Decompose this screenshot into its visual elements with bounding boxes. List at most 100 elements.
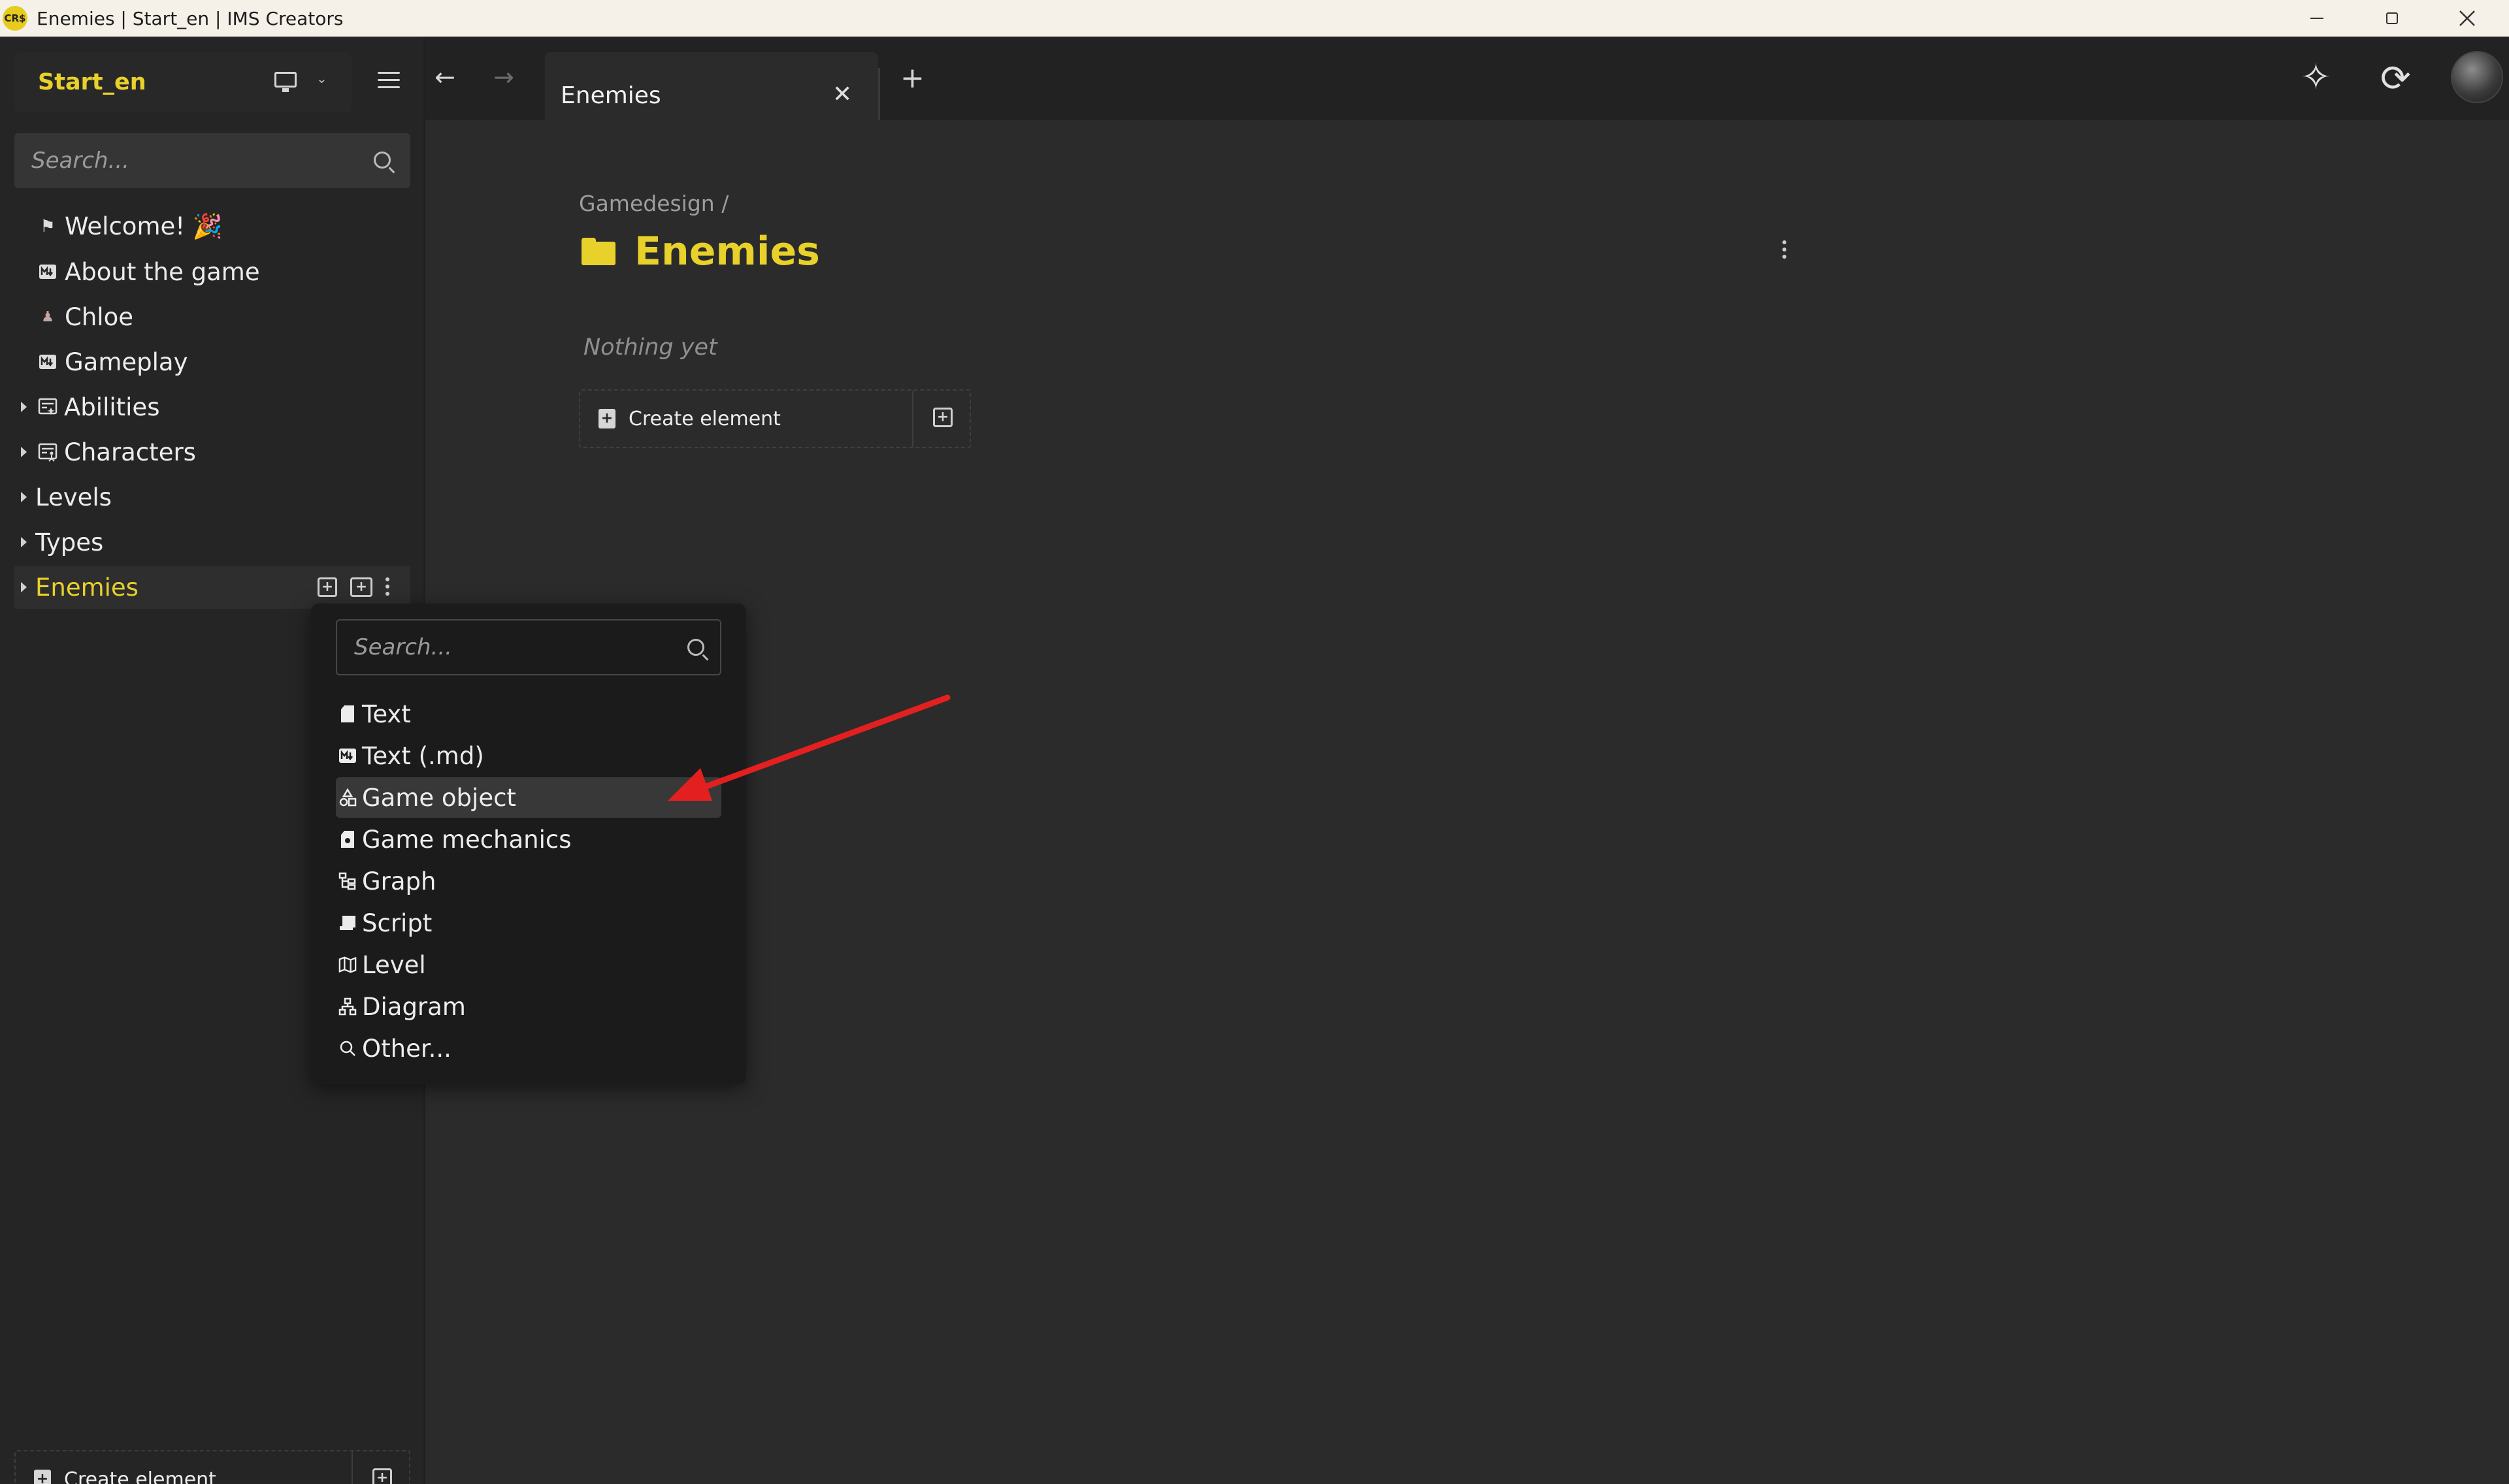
sidebar-item-label: Welcome! 🎉	[65, 212, 223, 240]
sidebar-item-abilities[interactable]: Abilities	[0, 385, 418, 428]
avatar[interactable]	[2451, 51, 2503, 103]
tab-bar: ← → Enemies ✕ + ✧ ⟳	[425, 37, 2509, 120]
sidebar-item-enemies[interactable]: Enemies + +	[14, 566, 410, 609]
app-logo: CR$	[3, 6, 27, 31]
sidebar-item-label: Levels	[35, 483, 112, 511]
close-icon	[2459, 10, 2475, 26]
character-folder-icon	[38, 442, 57, 462]
expand-arrow-icon[interactable]	[21, 492, 27, 502]
expand-arrow-icon[interactable]	[21, 537, 27, 547]
sidebar-item-chloe[interactable]: ♟ Chloe	[0, 295, 418, 338]
chevron-down-icon[interactable]: ⌄	[316, 71, 327, 86]
create-element-button[interactable]: Create element	[64, 1468, 216, 1484]
menu-toggle-button[interactable]	[378, 72, 400, 91]
menu-item-label: Text (.md)	[362, 741, 484, 770]
diagram-icon	[338, 997, 357, 1016]
sidebar-search-input[interactable]	[14, 133, 410, 188]
minimize-button[interactable]	[2279, 0, 2354, 37]
gear-document-icon	[338, 830, 357, 848]
menu-item-script[interactable]: Script	[336, 903, 721, 943]
menu-item-label: Other...	[362, 1034, 451, 1063]
add-folder-icon[interactable]: +	[350, 577, 372, 597]
menu-item-game-object[interactable]: Game object	[336, 777, 721, 818]
menu-item-text[interactable]: Text	[336, 694, 721, 734]
menu-search-input[interactable]	[337, 621, 720, 674]
menu-search[interactable]	[336, 619, 721, 675]
markdown-icon	[38, 262, 57, 282]
search-icon[interactable]	[374, 152, 391, 169]
create-element-button[interactable]: Create element	[629, 408, 781, 430]
menu-item-diagram[interactable]: Diagram	[336, 986, 721, 1027]
sidebar-item-label: Chloe	[65, 302, 133, 331]
sidebar-item-label: Types	[35, 528, 104, 556]
menu-item-text-md[interactable]: Text (.md)	[336, 735, 721, 776]
sidebar-item-label: Characters	[64, 438, 196, 466]
maximize-button[interactable]	[2354, 0, 2429, 37]
map-icon	[338, 956, 357, 974]
menu-item-label: Game mechanics	[362, 825, 572, 854]
project-name[interactable]: Start_en	[38, 69, 146, 95]
menu-item-label: Game object	[362, 783, 516, 812]
menu-item-game-mechanics[interactable]: Game mechanics	[336, 819, 721, 860]
sidebar-item-label: Abilities	[64, 393, 160, 421]
window-titlebar: CR$ Enemies | Start_en | IMS Creators	[0, 0, 2509, 37]
more-options-icon[interactable]	[1782, 240, 1786, 262]
folder-icon	[582, 238, 615, 265]
add-folder-icon[interactable]: +	[933, 408, 953, 427]
search-icon[interactable]	[687, 639, 704, 656]
close-window-button[interactable]	[2429, 0, 2504, 37]
sidebar-item-welcome[interactable]: ⚑ Welcome! 🎉	[0, 205, 418, 248]
sidebar-item-characters[interactable]: Characters	[0, 430, 418, 474]
maximize-icon	[2386, 12, 2398, 24]
markdown-icon	[38, 352, 57, 372]
forward-arrow-icon[interactable]: →	[493, 63, 514, 91]
expand-arrow-icon[interactable]	[21, 402, 27, 412]
character-icon: ♟	[41, 308, 54, 325]
document-icon	[338, 705, 357, 723]
sidebar-item-about[interactable]: About the game	[0, 250, 418, 293]
close-tab-icon[interactable]: ✕	[832, 81, 852, 108]
add-document-icon[interactable]: +	[34, 1470, 51, 1484]
sidebar-search[interactable]	[14, 133, 410, 188]
add-folder-icon[interactable]: +	[372, 1468, 392, 1484]
search-icon	[338, 1039, 357, 1057]
sidebar-item-levels[interactable]: Levels	[0, 476, 418, 519]
sidebar-item-gameplay[interactable]: Gameplay	[0, 340, 418, 383]
empty-state-text: Nothing yet	[583, 334, 717, 361]
sidebar-item-types[interactable]: Types	[0, 521, 418, 564]
markdown-icon	[338, 747, 357, 765]
menu-item-label: Graph	[362, 867, 436, 895]
graph-tree-icon	[338, 872, 357, 890]
menu-item-level[interactable]: Level	[336, 944, 721, 985]
main-create-element: + Create element +	[579, 389, 971, 448]
script-icon	[338, 914, 357, 932]
menu-item-label: Level	[362, 950, 426, 979]
refresh-icon[interactable]: ⟳	[2380, 57, 2411, 100]
expand-arrow-icon[interactable]	[21, 582, 27, 592]
new-tab-button[interactable]: +	[900, 61, 925, 95]
add-document-icon[interactable]: +	[318, 577, 337, 597]
sparkle-icon[interactable]: ✧	[2301, 56, 2331, 99]
minimize-icon	[2310, 18, 2323, 19]
menu-item-label: Script	[362, 909, 433, 937]
back-arrow-icon[interactable]: ←	[435, 63, 455, 91]
page-title: Enemies	[634, 229, 820, 274]
tab-enemies[interactable]: Enemies ✕	[545, 52, 878, 120]
add-document-icon[interactable]: +	[599, 409, 615, 428]
create-element-menu: Text Text (.md) Game object Game mechani…	[311, 604, 746, 1084]
more-options-icon[interactable]	[385, 577, 389, 599]
menu-item-label: Text	[362, 700, 411, 728]
sidebar-create-element: + Create element +	[14, 1450, 410, 1484]
sidebar-item-label: Enemies	[35, 573, 139, 602]
expand-arrow-icon[interactable]	[21, 447, 27, 457]
tab-divider	[878, 68, 880, 120]
menu-item-graph[interactable]: Graph	[336, 861, 721, 901]
shapes-icon	[338, 788, 357, 807]
breadcrumb[interactable]: Gamedesign /	[579, 191, 729, 216]
tab-label: Enemies	[561, 82, 661, 109]
sidebar-item-label: Gameplay	[65, 347, 188, 376]
sidebar-item-label: About the game	[65, 257, 260, 286]
menu-item-other[interactable]: Other...	[336, 1028, 721, 1069]
monitor-icon[interactable]	[274, 72, 297, 92]
game-mechanics-folder-icon	[38, 397, 57, 417]
